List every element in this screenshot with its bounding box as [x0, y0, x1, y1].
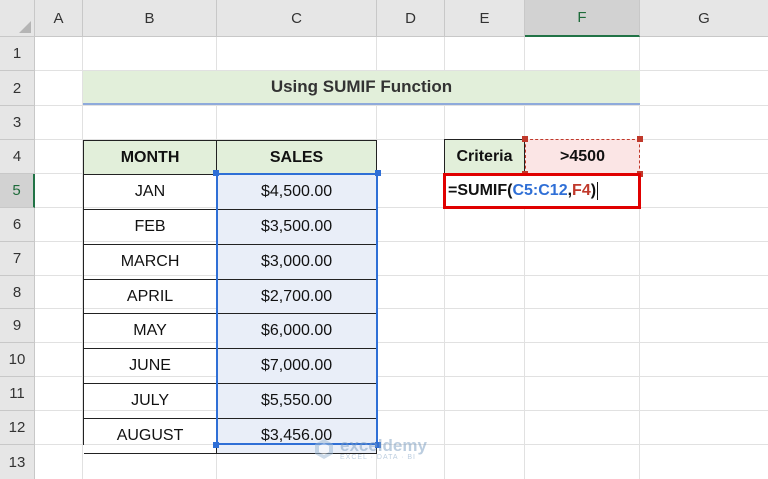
range-resize-handle[interactable] — [375, 170, 381, 176]
sales-cell[interactable]: $7,000.00 — [217, 349, 377, 384]
range-resize-handle[interactable] — [213, 170, 219, 176]
active-cell-e5[interactable]: =SUMIF(C5:C12, F4) — [443, 173, 641, 209]
watermark-name: exceldemy — [340, 436, 427, 455]
reference-handle[interactable] — [637, 136, 643, 142]
table-row: MARCH $3,000.00 — [84, 245, 377, 280]
row-header-2[interactable]: 2 — [0, 71, 35, 106]
formula-cell-ref: F4 — [572, 182, 591, 199]
gridline — [35, 105, 768, 106]
exceldemy-logo-icon — [315, 439, 333, 459]
sales-table: MONTH SALES JAN $4,500.00 FEB $3,500.00 … — [83, 140, 377, 454]
watermark-tagline: EXCEL · DATA · BI — [340, 454, 416, 461]
formula-suffix: ) — [590, 182, 597, 199]
month-cell[interactable]: JAN — [84, 175, 218, 210]
table-row: FEB $3,500.00 — [84, 210, 377, 245]
sales-cell[interactable]: $4,500.00 — [217, 175, 377, 210]
column-header-c[interactable]: C — [217, 0, 377, 37]
row-header-10[interactable]: 10 — [0, 343, 35, 377]
month-cell[interactable]: JULY — [84, 384, 218, 419]
row-header-5[interactable]: 5 — [0, 174, 35, 208]
column-header-f[interactable]: F — [525, 0, 640, 37]
row-header-13[interactable]: 13 — [0, 445, 35, 479]
exceldemy-watermark: exceldemy EXCEL · DATA · BI — [312, 434, 472, 464]
formula-text[interactable]: =SUMIF(C5:C12, F4) — [446, 176, 638, 206]
corner-triangle-icon — [19, 21, 31, 33]
sales-cell[interactable]: $6,000.00 — [217, 314, 377, 349]
table-row: JAN $4,500.00 — [84, 175, 377, 210]
month-cell[interactable]: JUNE — [84, 349, 218, 384]
sales-cell[interactable]: $2,700.00 — [217, 280, 377, 314]
row-header-9[interactable]: 9 — [0, 309, 35, 343]
table-row: JUNE $7,000.00 — [84, 349, 377, 384]
sales-cell[interactable]: $3,500.00 — [217, 210, 377, 245]
criteria-value-cell[interactable]: >4500 — [525, 139, 640, 174]
sales-cell[interactable]: $3,000.00 — [217, 245, 377, 280]
month-cell[interactable]: AUGUST — [84, 419, 218, 454]
text-cursor — [597, 182, 599, 200]
month-cell[interactable]: FEB — [84, 210, 218, 245]
column-header-e[interactable]: E — [445, 0, 525, 37]
table-row: MAY $6,000.00 — [84, 314, 377, 349]
column-header-a[interactable]: A — [35, 0, 83, 37]
criteria-label[interactable]: Criteria — [444, 139, 525, 174]
row-header-6[interactable]: 6 — [0, 208, 35, 242]
column-header-b[interactable]: B — [83, 0, 217, 37]
column-header-d[interactable]: D — [377, 0, 445, 37]
range-resize-handle[interactable] — [213, 442, 219, 448]
formula-prefix: =SUMIF( — [448, 182, 513, 199]
reference-handle[interactable] — [522, 136, 528, 142]
row-header-12[interactable]: 12 — [0, 411, 35, 445]
table-row: JULY $5,550.00 — [84, 384, 377, 419]
row-header-7[interactable]: 7 — [0, 242, 35, 276]
month-cell[interactable]: MARCH — [84, 245, 218, 280]
table-row: APRIL $2,700.00 — [84, 280, 377, 314]
column-header-g[interactable]: G — [640, 0, 768, 37]
sales-cell[interactable]: $5,550.00 — [217, 384, 377, 419]
month-header[interactable]: MONTH — [84, 141, 218, 175]
select-all-corner[interactable] — [0, 0, 35, 37]
row-header-11[interactable]: 11 — [0, 377, 35, 411]
formula-range-ref: C5:C12 — [512, 182, 568, 199]
row-header-8[interactable]: 8 — [0, 276, 35, 309]
sheet-title[interactable]: Using SUMIF Function — [83, 71, 640, 105]
month-cell[interactable]: MAY — [84, 314, 218, 349]
row-header-1[interactable]: 1 — [0, 37, 35, 71]
sales-header[interactable]: SALES — [217, 141, 377, 175]
row-header-4[interactable]: 4 — [0, 140, 35, 174]
row-header-3[interactable]: 3 — [0, 106, 35, 140]
month-cell[interactable]: APRIL — [84, 280, 218, 314]
table-header-row: MONTH SALES — [84, 141, 377, 175]
